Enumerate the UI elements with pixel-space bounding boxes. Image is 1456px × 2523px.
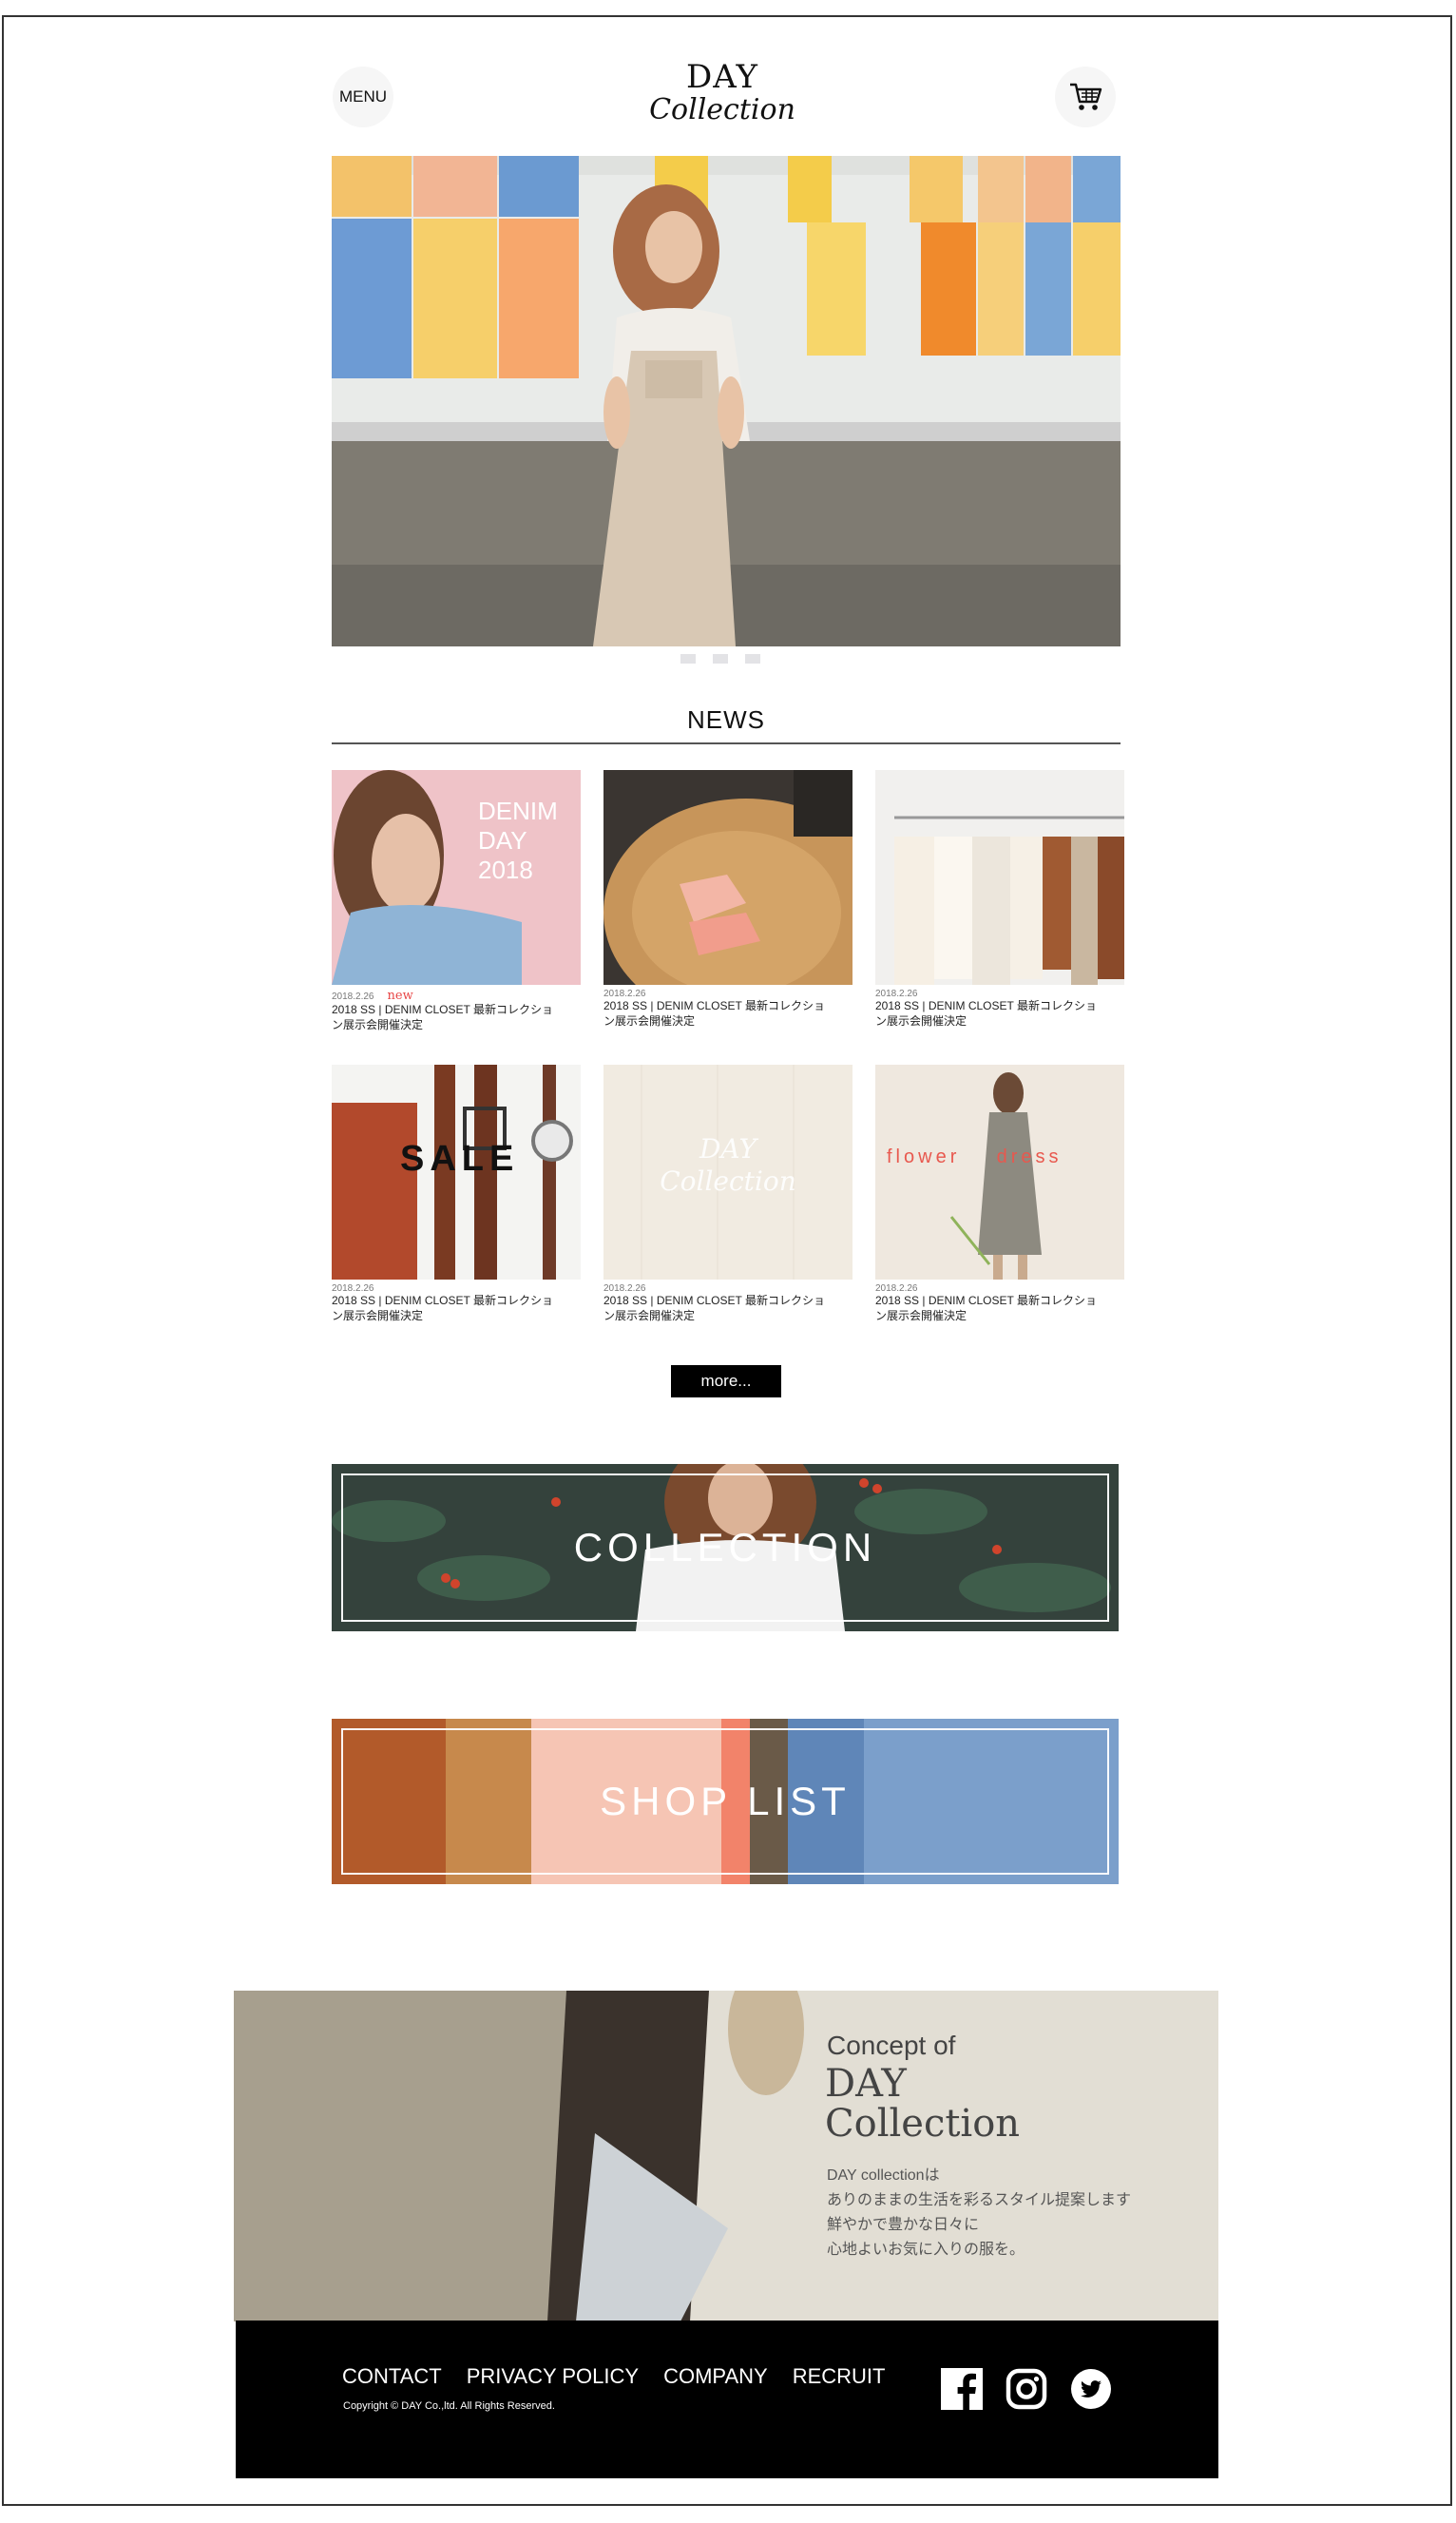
menu-label: MENU: [338, 87, 388, 106]
cart-icon: [1070, 83, 1102, 110]
news-card-overlay-text: DENIM DAY 2018: [478, 797, 558, 884]
news-card-4[interactable]: SALE 2018.2.26 2018 SS | DENIM CLOSET 最新…: [332, 1065, 581, 1323]
news-card-5[interactable]: DAY Collection 2018.2.26 2018 SS | DENIM…: [603, 1065, 853, 1323]
footer-link-recruit[interactable]: RECRUIT: [793, 2364, 886, 2389]
social-links: [941, 2368, 1112, 2410]
hero-image: [332, 156, 1121, 646]
concept-heading-day: DAY: [825, 2062, 907, 2106]
news-card-title: 2018 SS | DENIM CLOSET 最新コレクション展示会開催決定: [875, 999, 1097, 1028]
news-card-overlay-text: DAY Collection: [660, 1133, 796, 1197]
collection-banner[interactable]: COLLECTION: [332, 1464, 1119, 1631]
news-card-date: 2018.2.26: [875, 989, 918, 999]
news-card-date: 2018.2.26: [603, 1283, 646, 1294]
news-card-2[interactable]: 2018.2.26 2018 SS | DENIM CLOSET 最新コレクショ…: [603, 770, 853, 1029]
news-card-image: [603, 770, 853, 985]
more-label: more...: [700, 1372, 752, 1390]
site-logo[interactable]: DAY Collection: [627, 58, 817, 126]
shoplist-banner[interactable]: SHOP LIST: [332, 1719, 1119, 1884]
news-card-image: [875, 770, 1124, 985]
logo-line-day: DAY: [686, 58, 758, 96]
shoplist-banner-label: SHOP LIST: [600, 1779, 851, 1823]
footer: CONTACT PRIVACY POLICY COMPANY RECRUIT C…: [236, 2321, 1218, 2478]
footer-link-company[interactable]: COMPANY: [663, 2364, 768, 2389]
news-card-title: 2018 SS | DENIM CLOSET 最新コレクション展示会開催決定: [332, 1003, 553, 1031]
news-card-overlay-text: SALE: [400, 1139, 520, 1179]
news-card-date: 2018.2.26: [603, 989, 646, 999]
new-badge: new: [387, 989, 413, 1003]
news-card-6[interactable]: flower dress 2018.2.26 2018 SS | DENIM C…: [875, 1065, 1124, 1323]
concept-photo: [234, 1991, 1218, 2321]
twitter-icon[interactable]: [1070, 2368, 1112, 2410]
collection-banner-label: COLLECTION: [573, 1525, 877, 1570]
concept-line-3: 鮮やかで豊かな日々に: [827, 2217, 980, 2233]
news-card-overlay-text: flower dress: [887, 1146, 1063, 1167]
news-card-title: 2018 SS | DENIM CLOSET 最新コレクション展示会開催決定: [603, 999, 825, 1028]
carousel-dot-2[interactable]: [713, 654, 728, 664]
instagram-icon[interactable]: [1006, 2368, 1047, 2410]
news-card-image: flower dress: [875, 1065, 1124, 1280]
hero-photo: [332, 156, 1121, 646]
concept-heading-collection: Collection: [825, 2102, 1021, 2146]
news-heading: NEWS: [687, 705, 765, 734]
concept-section: Concept of DAY Collection DAY collection…: [234, 1991, 1218, 2321]
concept-line-4: 心地よいお気に入りの服を。: [827, 2242, 1025, 2258]
news-card-date: 2018.2.26: [875, 1283, 918, 1294]
news-card-1[interactable]: DENIM DAY 2018 2018.2.26 new 2018 SS | DE…: [332, 770, 581, 1032]
concept-body: DAY collectionは ありのままの生活を彩るスタイル提案します 鮮やか…: [827, 2164, 1131, 2263]
news-divider: [332, 742, 1121, 744]
copyright-text: Copyright © DAY Co.,ltd. All Rights Rese…: [343, 2400, 555, 2412]
footer-nav: CONTACT PRIVACY POLICY COMPANY RECRUIT: [342, 2364, 885, 2389]
news-card-date: 2018.2.26: [332, 992, 374, 1002]
concept-heading-of: Concept of: [827, 2031, 956, 2060]
news-card-title: 2018 SS | DENIM CLOSET 最新コレクション展示会開催決定: [875, 1294, 1097, 1322]
news-card-title: 2018 SS | DENIM CLOSET 最新コレクション展示会開催決定: [603, 1294, 825, 1322]
news-card-date: 2018.2.26: [332, 1283, 374, 1294]
news-card-image: DENIM DAY 2018: [332, 770, 581, 985]
menu-button[interactable]: MENU: [333, 67, 393, 127]
carousel-dot-3[interactable]: [745, 654, 760, 664]
news-card-3[interactable]: 2018.2.26 2018 SS | DENIM CLOSET 最新コレクショ…: [875, 770, 1124, 1029]
news-card-title: 2018 SS | DENIM CLOSET 最新コレクション展示会開催決定: [332, 1294, 553, 1322]
carousel-dots: [680, 654, 760, 664]
more-button[interactable]: more...: [671, 1365, 781, 1397]
concept-line-2: ありのままの生活を彩るスタイル提案します: [827, 2192, 1132, 2208]
news-card-image: DAY Collection: [603, 1065, 853, 1280]
concept-line-1: DAY collectionは: [827, 2167, 940, 2184]
carousel-dot-1[interactable]: [680, 654, 696, 664]
facebook-icon[interactable]: [941, 2368, 983, 2410]
footer-link-contact[interactable]: CONTACT: [342, 2364, 442, 2389]
news-card-image: SALE: [332, 1065, 581, 1280]
footer-link-privacy-policy[interactable]: PRIVACY POLICY: [467, 2364, 639, 2389]
cart-button[interactable]: [1055, 67, 1116, 127]
logo-line-collection: Collection: [649, 92, 795, 126]
